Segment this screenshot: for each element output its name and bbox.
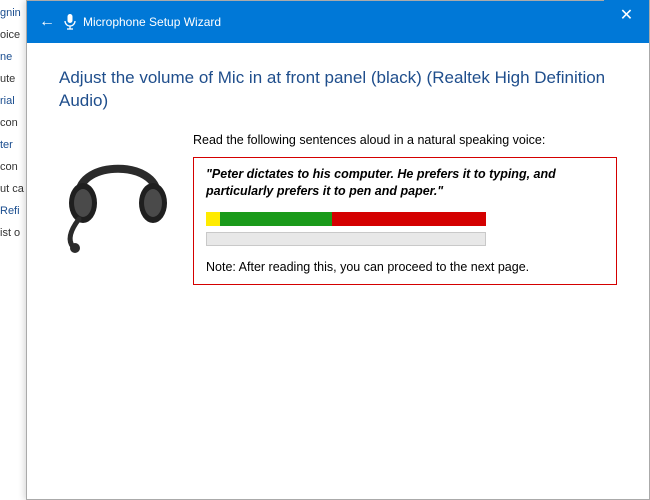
note-text: Note: After reading this, you can procee… — [206, 260, 604, 274]
back-button[interactable]: ← — [35, 10, 59, 34]
close-icon: ✕ — [620, 5, 633, 25]
titlebar: ← Microphone Setup Wizard ✕ — [27, 1, 649, 43]
microphone-icon — [63, 13, 77, 31]
meter-red-segment — [332, 212, 486, 226]
microphone-setup-wizard-window: ← Microphone Setup Wizard ✕ Adjust the v… — [26, 0, 650, 500]
headset-illustration — [59, 133, 179, 255]
volume-level-bar — [206, 232, 486, 246]
close-button[interactable]: ✕ — [604, 0, 649, 30]
reading-panel: "Peter dictates to his computer. He pref… — [193, 157, 617, 285]
volume-meter — [206, 212, 486, 226]
wizard-content: Adjust the volume of Mic in at front pan… — [27, 43, 649, 285]
back-arrow-icon: ← — [39, 13, 55, 31]
meter-yellow-segment — [206, 212, 220, 226]
sample-sentence: "Peter dictates to his computer. He pref… — [206, 166, 604, 200]
page-heading: Adjust the volume of Mic in at front pan… — [59, 67, 617, 113]
background-page-fragments: gnin oice ne ute rial con ter con ut ca … — [0, 0, 26, 500]
window-title: Microphone Setup Wizard — [83, 15, 221, 29]
instruction-text: Read the following sentences aloud in a … — [193, 133, 617, 147]
meter-green-segment — [220, 212, 332, 226]
